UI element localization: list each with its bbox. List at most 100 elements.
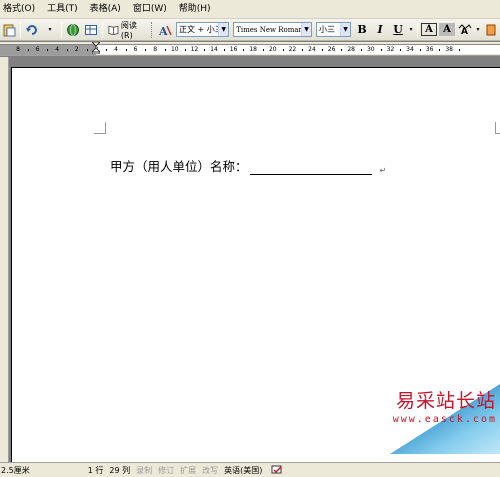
ruler-tick bbox=[459, 49, 460, 51]
undo-dropdown[interactable]: ▾ bbox=[42, 21, 58, 39]
ruler-tick bbox=[165, 49, 166, 51]
ruler-number: 16 bbox=[229, 46, 238, 53]
horizontal-ruler[interactable]: 86422468101214161820222426283032343638 bbox=[0, 42, 500, 56]
menu-format[interactable]: 格式(O) bbox=[0, 0, 41, 19]
menu-help[interactable]: 帮助(H) bbox=[173, 0, 217, 19]
ruler-tick bbox=[145, 49, 147, 51]
font-dropdown[interactable]: Times New Roman ▼ bbox=[233, 22, 312, 37]
paste-button[interactable] bbox=[1, 21, 17, 39]
svg-text:A: A bbox=[158, 25, 168, 37]
reading-mode-button[interactable]: 阅读(R) bbox=[105, 20, 149, 40]
ruler-tick bbox=[400, 49, 402, 51]
toolbar-grip[interactable] bbox=[151, 21, 154, 38]
status-bar: 2.5厘米 1 行 29 列 录制 修订 扩展 改写 英语(美国) bbox=[0, 462, 500, 477]
status-language: 英语(美国) bbox=[224, 465, 263, 475]
ruler-number: 4 bbox=[114, 46, 118, 53]
ruler-tick bbox=[321, 49, 323, 51]
globe-icon bbox=[67, 23, 79, 36]
font-size-dropdown[interactable]: 小三 ▼ bbox=[316, 22, 352, 37]
ruler-track: 86422468101214161820222426283032343638 bbox=[0, 44, 500, 55]
ruler-number: 12 bbox=[190, 46, 199, 53]
ruler-number: 32 bbox=[386, 46, 395, 53]
bold-button[interactable]: B bbox=[354, 21, 370, 39]
char-scale-button[interactable]: A bbox=[457, 21, 473, 39]
ruler-number: 14 bbox=[210, 46, 218, 53]
toolbar: ▾ 阅读(R) A 正文 + 小三 ▼ Times New Roman ▼ 小三… bbox=[0, 19, 500, 41]
table-button[interactable] bbox=[83, 21, 99, 39]
ruler-tick bbox=[223, 49, 225, 51]
vertical-ruler[interactable] bbox=[0, 57, 9, 462]
italic-button[interactable]: I bbox=[372, 21, 388, 39]
ruler-tick bbox=[47, 49, 49, 51]
ruler-number: 10 bbox=[170, 46, 179, 53]
menu-tools[interactable]: 工具(T) bbox=[41, 0, 84, 19]
ruler-tick bbox=[302, 49, 304, 51]
style-value: 正文 + 小三 bbox=[178, 25, 223, 34]
ruler-tick bbox=[263, 49, 264, 51]
ruler-number: 36 bbox=[425, 46, 434, 53]
spelling-check-icon[interactable] bbox=[271, 465, 283, 475]
ruler-tick bbox=[380, 49, 382, 51]
ruler-number: 18 bbox=[249, 46, 258, 53]
ruler-number: 26 bbox=[327, 46, 336, 53]
styles-pane-button[interactable]: A bbox=[157, 21, 173, 39]
ruler-number: 4 bbox=[55, 46, 60, 53]
undo-button[interactable] bbox=[24, 21, 40, 39]
watermark-title: 易采站长站 bbox=[395, 390, 496, 412]
status-extend[interactable]: 扩展 bbox=[177, 463, 199, 477]
indent-marker-icon[interactable] bbox=[92, 42, 100, 54]
ruler-number: 6 bbox=[133, 46, 138, 53]
ruler-tick bbox=[86, 49, 88, 51]
ruler-number: 28 bbox=[347, 46, 356, 53]
paragraph-mark: ↵ bbox=[379, 166, 387, 175]
status-line: 1 行 bbox=[87, 465, 104, 475]
menu-window[interactable]: 窗口(W) bbox=[127, 0, 173, 19]
ruler-tick bbox=[419, 49, 421, 51]
styles-icon: A bbox=[158, 25, 172, 37]
ruler-tick bbox=[125, 49, 127, 51]
status-overtype[interactable]: 改写 bbox=[199, 463, 221, 477]
highlight-icon bbox=[486, 24, 496, 35]
toolbar-separator bbox=[102, 21, 103, 38]
ruler-tick bbox=[184, 49, 186, 51]
menu-table[interactable]: 表格(A) bbox=[84, 0, 127, 19]
highlight-button[interactable] bbox=[483, 21, 499, 39]
undo-icon bbox=[26, 24, 37, 35]
document-area: 甲方（用人单位）名称： ↵ 易采站长站 www.easck.com bbox=[0, 57, 500, 462]
margin-corner-top-left bbox=[94, 122, 106, 134]
underline-dropdown[interactable]: ▾ bbox=[408, 21, 414, 39]
reading-mode-label: 阅读(R) bbox=[120, 20, 137, 40]
status-record[interactable]: 录制 bbox=[133, 463, 155, 477]
underline-button[interactable]: U bbox=[390, 21, 406, 39]
char-scale-dropdown[interactable]: ▾ bbox=[475, 21, 481, 39]
margin-corner-top-right bbox=[495, 122, 500, 134]
ruler-number: 8 bbox=[153, 46, 158, 53]
ruler-tick bbox=[282, 49, 284, 51]
ruler-number: 6 bbox=[35, 46, 40, 53]
status-track-changes[interactable]: 修订 bbox=[155, 463, 177, 477]
chevron-down-icon: ▼ bbox=[340, 23, 351, 36]
svg-text:A: A bbox=[461, 27, 468, 37]
ruler-tick bbox=[439, 49, 441, 51]
book-icon bbox=[108, 25, 119, 35]
chevron-down-icon: ▼ bbox=[301, 23, 311, 36]
ruler-tick bbox=[243, 49, 245, 51]
ruler-number: 20 bbox=[268, 46, 277, 53]
document-paragraph[interactable]: 甲方（用人单位）名称： ↵ bbox=[110, 156, 386, 175]
ruler-number: 2 bbox=[74, 46, 79, 53]
ruler-tick bbox=[27, 49, 29, 51]
chevron-down-icon: ▼ bbox=[218, 23, 229, 36]
toolbar-separator bbox=[20, 21, 21, 38]
char-border-button[interactable]: A bbox=[421, 23, 438, 36]
ruler-number: 34 bbox=[406, 46, 414, 53]
hyperlink-button[interactable] bbox=[65, 21, 81, 39]
fill-in-blank-line bbox=[249, 161, 372, 175]
ruler-tick bbox=[67, 49, 68, 51]
status-position: 2.5厘米 bbox=[1, 465, 30, 475]
font-value: Times New Roman bbox=[236, 25, 304, 34]
char-shading-button[interactable]: A bbox=[439, 23, 456, 36]
ruler-number: 24 bbox=[308, 46, 316, 53]
style-dropdown[interactable]: 正文 + 小三 ▼ bbox=[175, 22, 230, 37]
char-scale-icon: A bbox=[458, 23, 472, 37]
menu-bar: 格式(O) 工具(T) 表格(A) 窗口(W) 帮助(H) bbox=[0, 0, 500, 19]
